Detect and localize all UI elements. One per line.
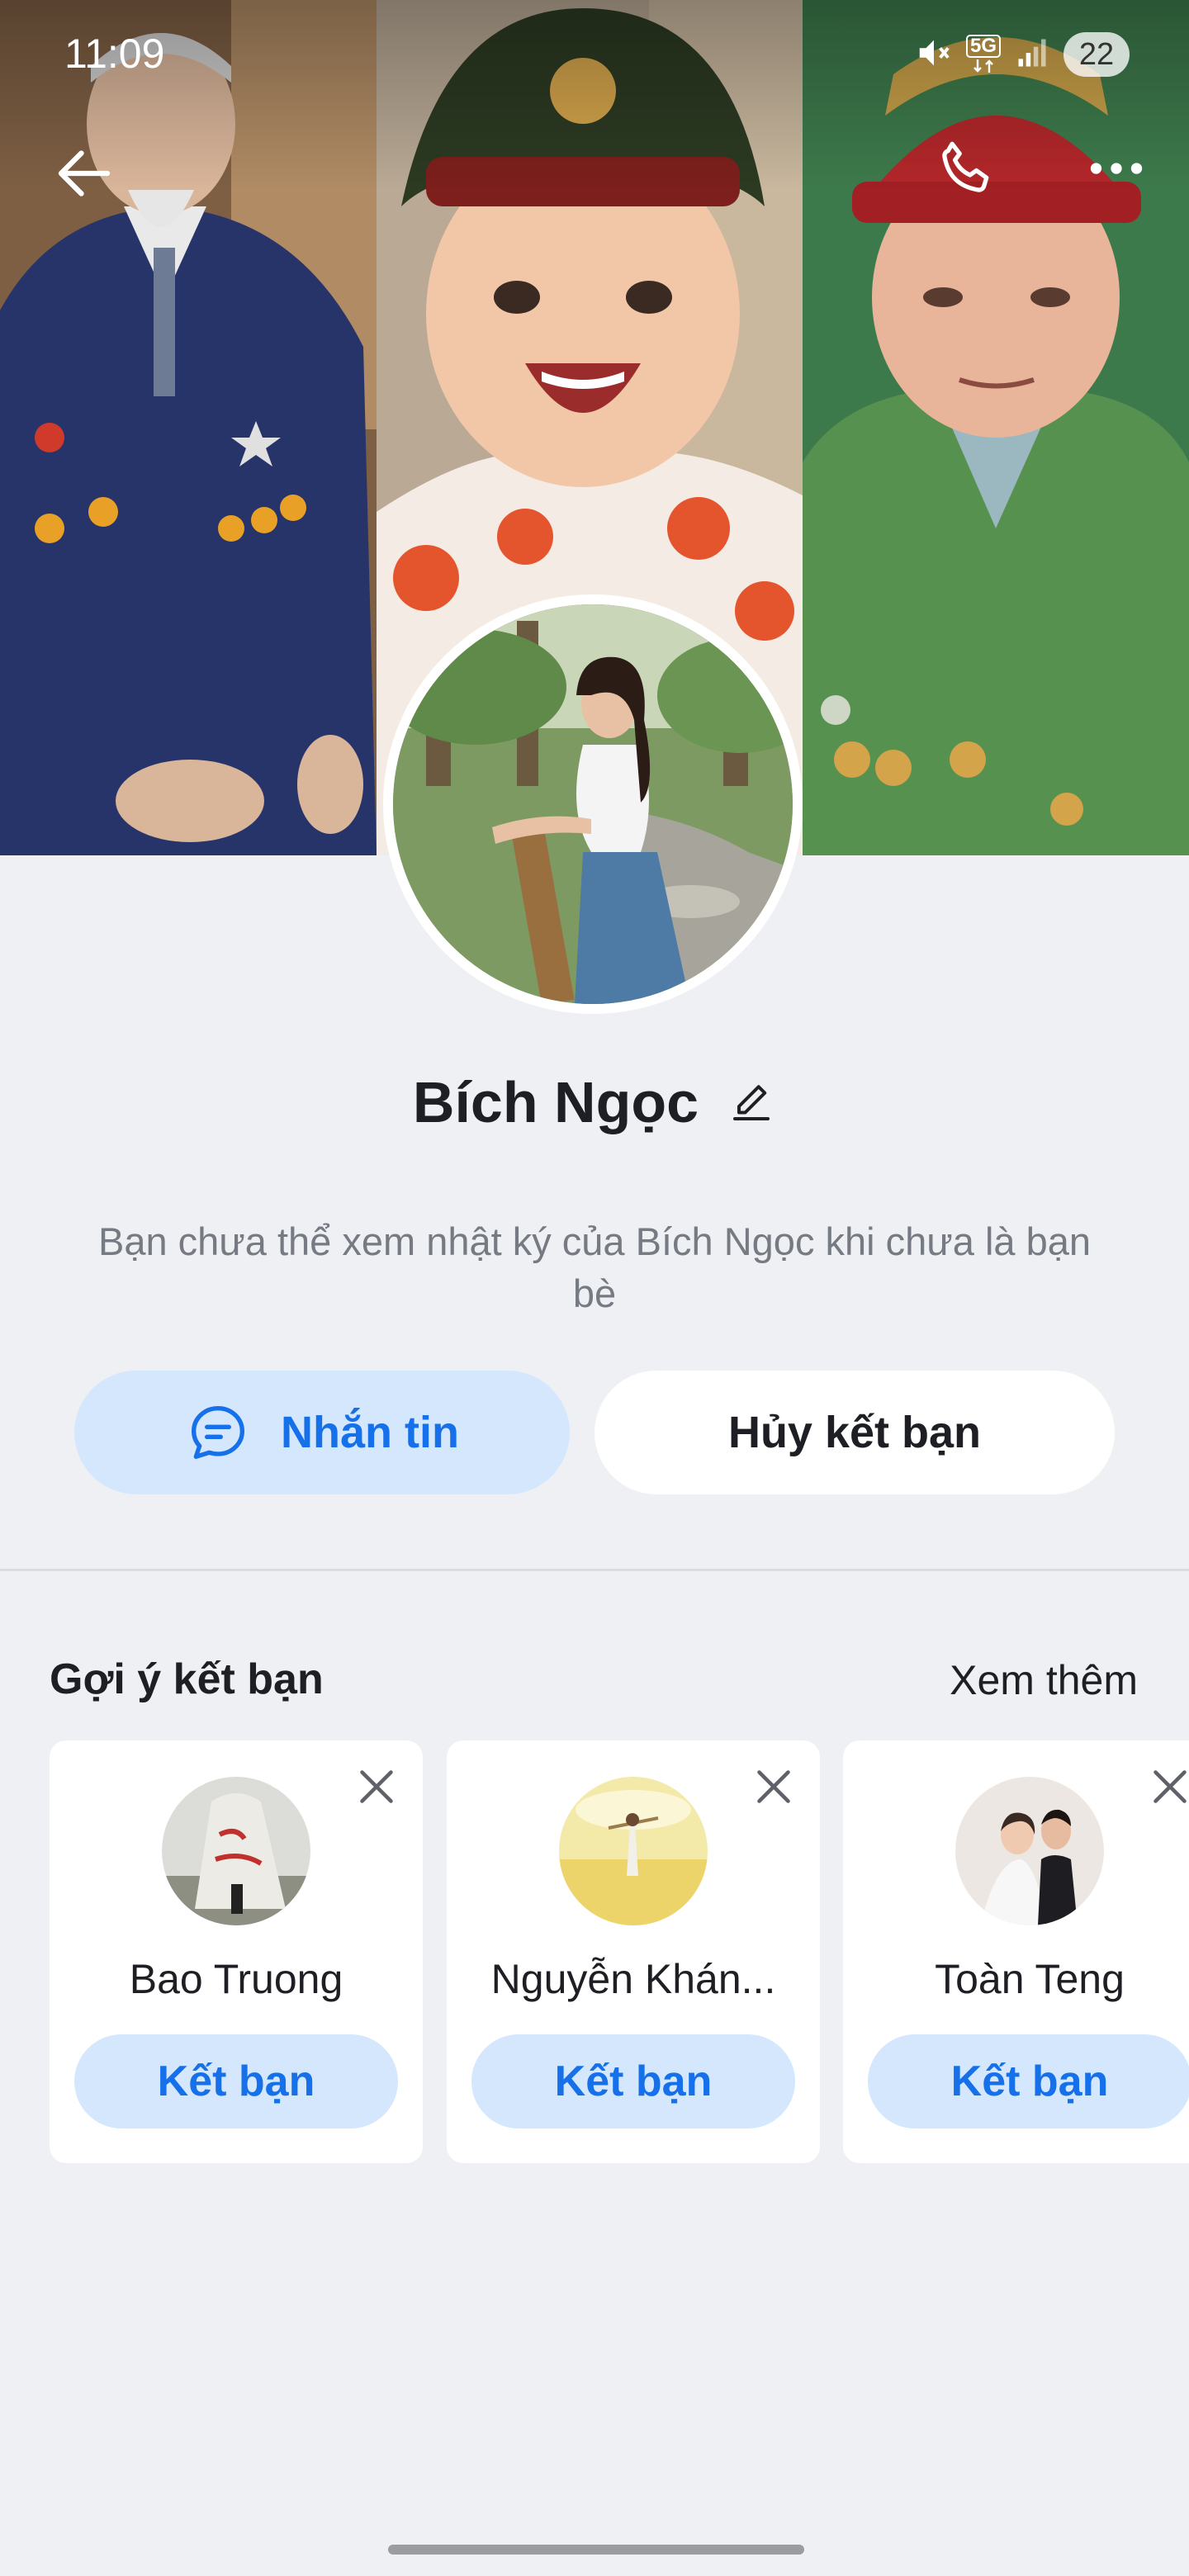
message-button[interactable]: Nhắn tin — [74, 1371, 570, 1494]
status-icons: 5G 22 — [915, 31, 1130, 78]
add-friend-button-label: Kết bạn — [950, 2057, 1109, 2105]
close-icon[interactable] — [1145, 1762, 1189, 1811]
battery-icon: 22 — [1063, 32, 1130, 77]
profile-screen: 11:09 5G 22 Bích Ngọc Bạn chưa thể xem n… — [0, 0, 1189, 2576]
add-friend-button-label: Kết bạn — [554, 2057, 713, 2105]
pencil-icon[interactable] — [727, 1077, 776, 1127]
unfriend-button-label: Hủy kết bạn — [727, 1408, 982, 1457]
suggestions-title: Gợi ý kết bạn — [50, 1655, 324, 1703]
close-icon[interactable] — [352, 1762, 401, 1811]
privacy-notice: Bạn chưa thể xem nhật ký của Bích Ngọc k… — [97, 1219, 1092, 1315]
message-button-label: Nhắn tin — [281, 1408, 459, 1457]
profile-name: Bích Ngọc — [412, 1070, 699, 1134]
suggestion-card[interactable]: Nguyễn Khán... Kết bạn — [447, 1740, 820, 2163]
suggestion-card[interactable]: Toàn Teng Kết bạn — [843, 1740, 1189, 2163]
signal-icon — [1014, 35, 1050, 75]
call-button[interactable] — [933, 134, 1002, 203]
avatar[interactable] — [559, 1777, 708, 1925]
phone-icon — [942, 141, 989, 192]
add-friend-button[interactable]: Kết bạn — [74, 2034, 398, 2129]
avatar[interactable] — [955, 1777, 1104, 1925]
suggestion-card[interactable]: Bao Truong Kết bạn — [50, 1740, 423, 2163]
suggestion-name: Nguyễn Khán... — [490, 1956, 776, 2002]
unfriend-button[interactable]: Hủy kết bạn — [594, 1371, 1115, 1494]
more-button[interactable] — [1082, 134, 1151, 203]
suggestion-name: Toàn Teng — [935, 1956, 1125, 2002]
status-bar: 11:09 5G 22 — [0, 0, 1189, 107]
section-divider — [0, 1569, 1189, 1571]
add-friend-button[interactable]: Kết bạn — [471, 2034, 795, 2129]
profile-avatar[interactable] — [383, 594, 803, 1014]
arrow-left-icon — [58, 150, 111, 197]
profile-name-row: Bích Ngọc — [0, 1065, 1189, 1139]
more-horizontal-icon — [1090, 163, 1143, 174]
avatar[interactable] — [162, 1777, 310, 1925]
back-button[interactable] — [50, 139, 119, 208]
close-icon[interactable] — [749, 1762, 798, 1811]
add-friend-button[interactable]: Kết bạn — [868, 2034, 1189, 2129]
suggestion-name: Bao Truong — [129, 1956, 343, 2002]
status-time: 11:09 — [64, 31, 165, 77]
add-friend-button-label: Kết bạn — [157, 2057, 315, 2105]
see-more-link[interactable]: Xem thêm — [950, 1656, 1138, 1704]
home-indicator[interactable] — [388, 2545, 804, 2555]
5g-icon: 5G — [965, 35, 1001, 74]
mute-icon — [915, 34, 953, 76]
chat-bubble-icon — [192, 1406, 245, 1459]
